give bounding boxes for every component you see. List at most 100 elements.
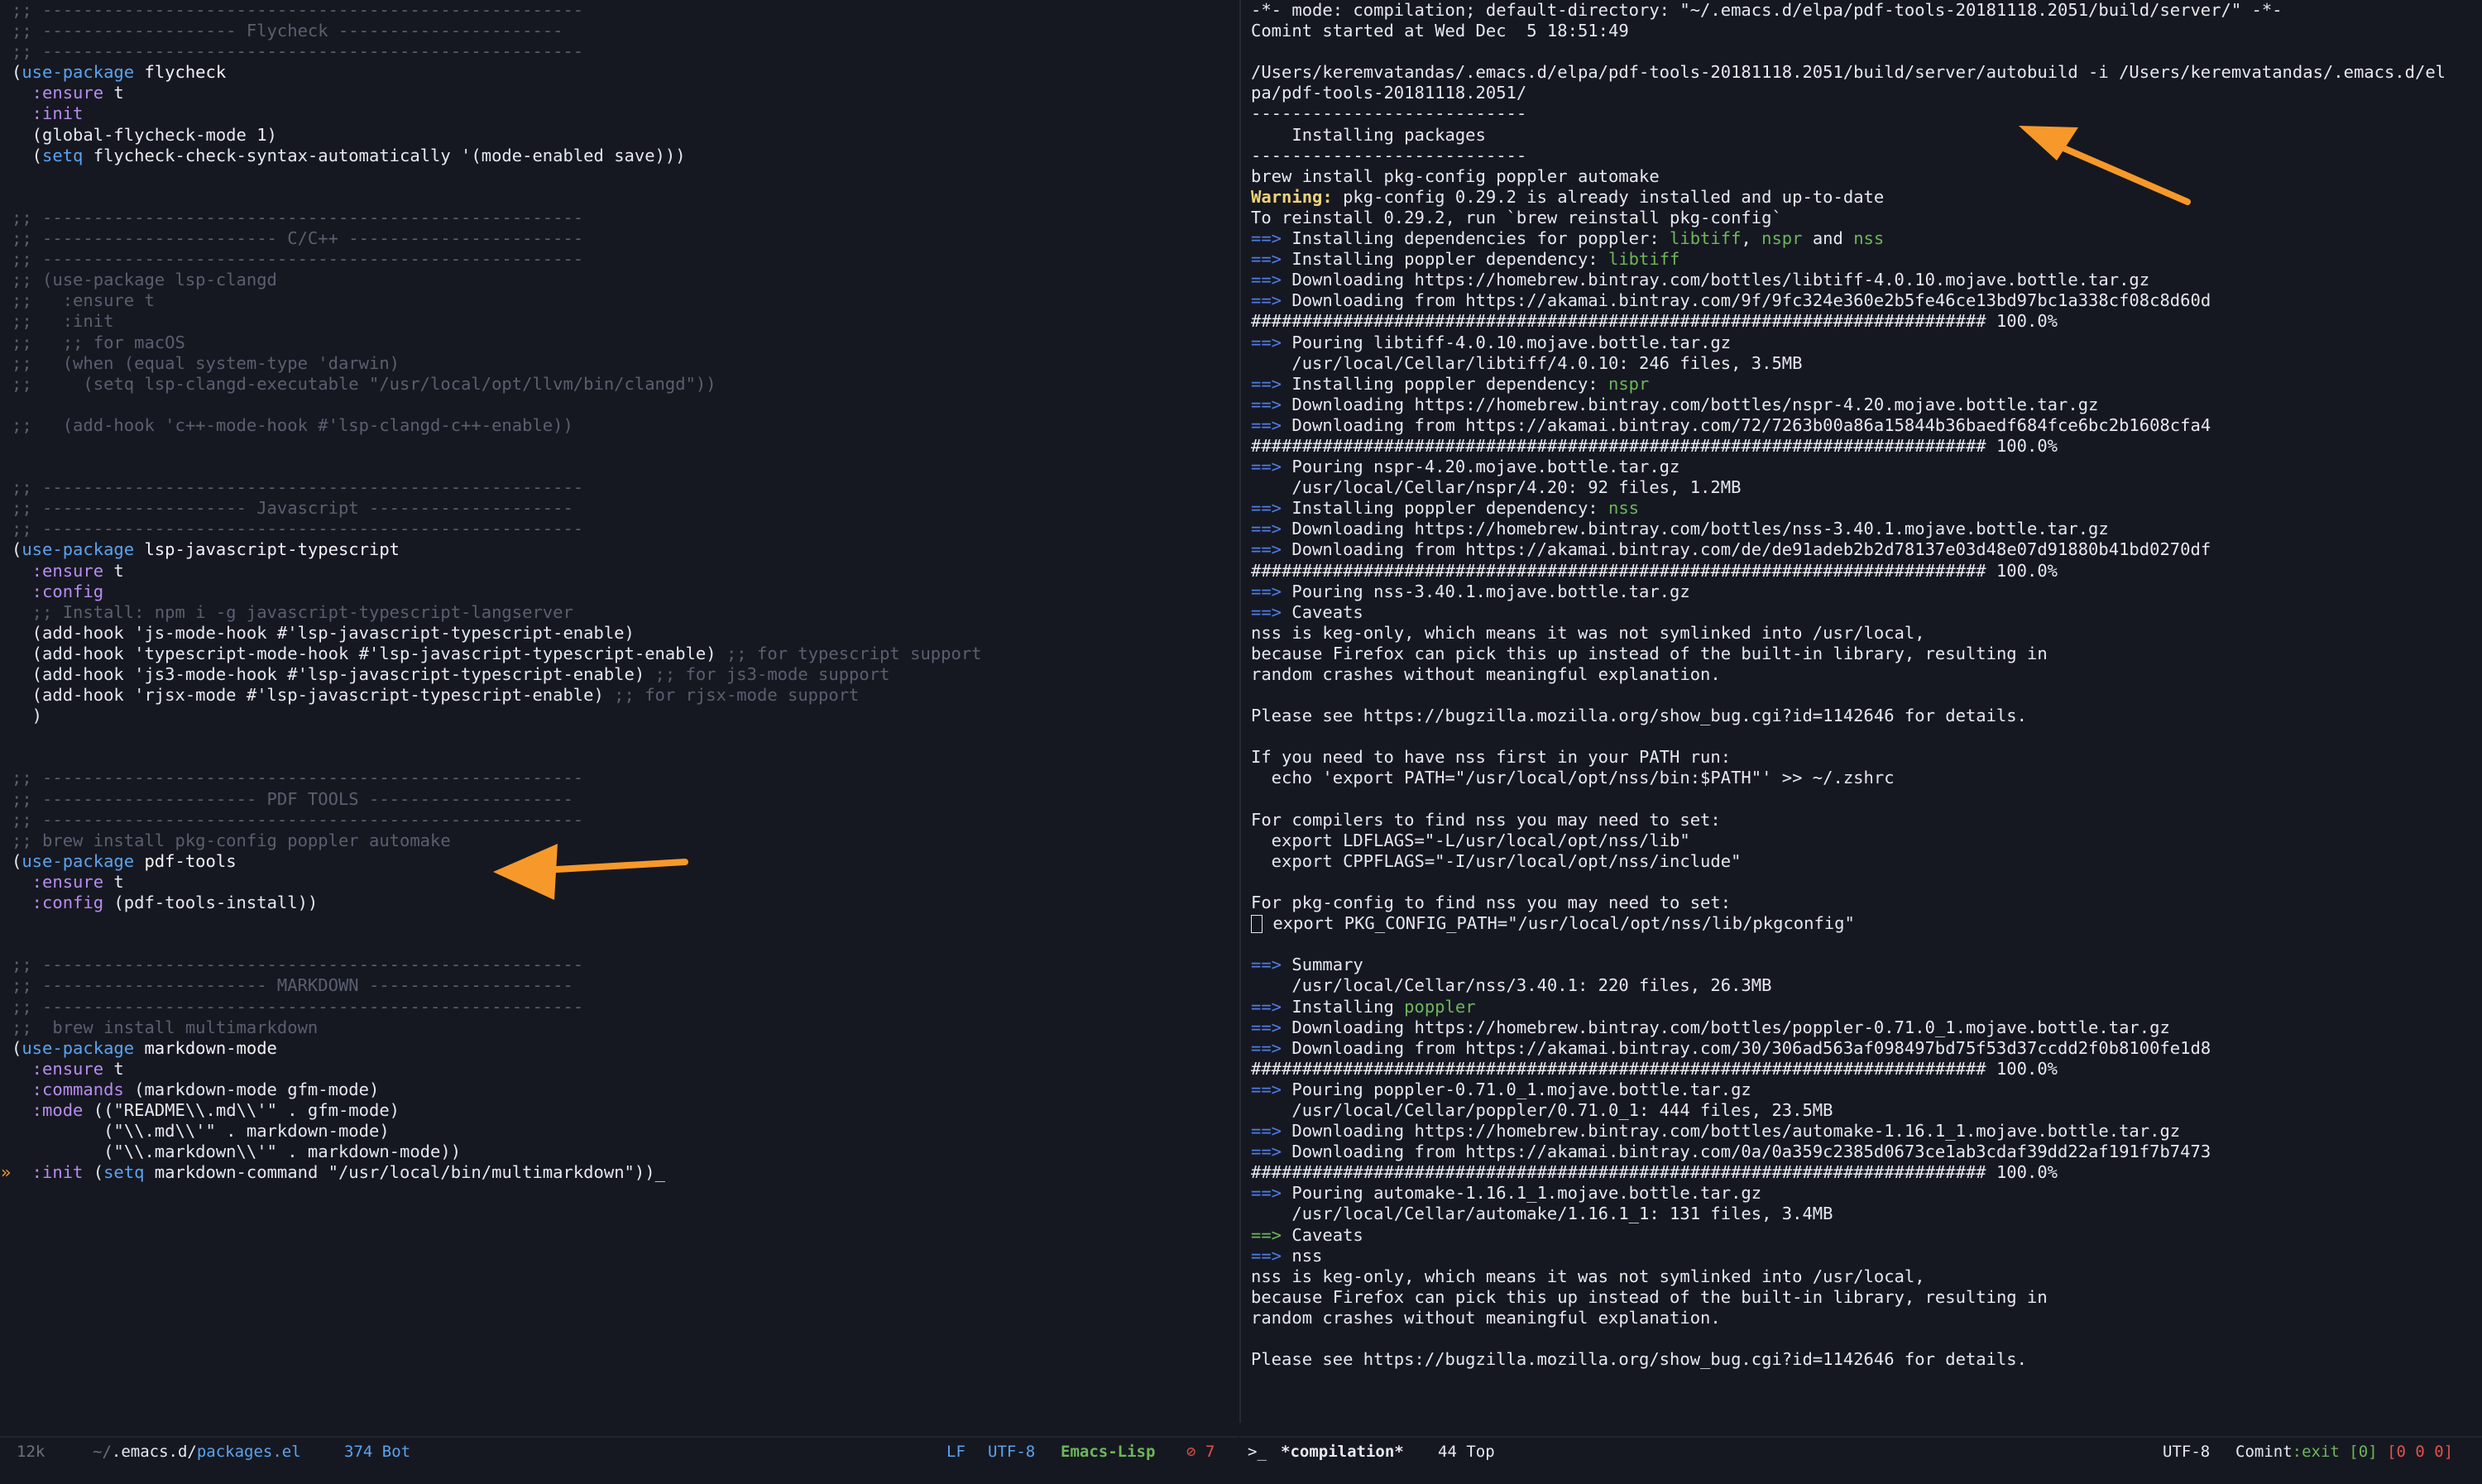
text-span: Pouring poppler-0.71.0_1.mojave.bottle.t… xyxy=(1282,1079,1751,1099)
text-span: ("\\.markdown\\'" . markdown-mode)) xyxy=(12,1142,462,1162)
text-span: ==> xyxy=(1251,498,1282,519)
text-span: (global-flycheck-mode 1) xyxy=(12,124,277,145)
text-span: brew install pkg-config poppler automake xyxy=(1251,165,1660,186)
major-mode[interactable]: Emacs-Lisp xyxy=(1061,1438,1155,1466)
text-line: ==> Installing poppler dependency: nss xyxy=(1251,498,2482,519)
text-span: /usr/local/Cellar/poppler/0.71.0_1: 444 … xyxy=(1251,1099,1833,1120)
eol-indicator[interactable]: LF xyxy=(946,1438,965,1466)
compilation-output-pane[interactable]: -*- mode: compilation; default-directory… xyxy=(1239,0,2482,1423)
text-span: echo 'export PATH="/usr/local/opt/nss/bi… xyxy=(1251,768,1895,788)
path-file: packages.el xyxy=(196,1443,301,1461)
text-span: libtiff xyxy=(1608,249,1680,270)
text-span: Comint started at Wed Dec 5 18:51:49 xyxy=(1251,21,1629,41)
text-line: ########################################… xyxy=(1251,1162,2482,1183)
flycheck-error-indicator[interactable]: ⊘ 7 xyxy=(1186,1438,1215,1466)
text-line: ;; -------------------------------------… xyxy=(12,477,1238,498)
text-line: /usr/local/Cellar/poppler/0.71.0_1: 444 … xyxy=(1251,1100,2482,1121)
text-span: ;; -------------------------------------… xyxy=(12,41,584,62)
text-span: /usr/local/Cellar/libtiff/4.0.10: 246 fi… xyxy=(1251,352,1803,373)
text-span: ;; Install: npm i -g javascript-typescri… xyxy=(12,601,573,622)
text-line: ==> Installing dependencies for poppler:… xyxy=(1251,228,2482,249)
text-line: ########################################… xyxy=(1251,561,2482,582)
text-line: If you need to have nss first in your PA… xyxy=(1251,747,2482,768)
text-span: ==> xyxy=(1251,1142,1282,1162)
text-span: ==> xyxy=(1251,394,1282,414)
text-line: ==> Downloading from https://akamai.bint… xyxy=(1251,539,2482,560)
text-span: -*- mode: compilation; default-directory… xyxy=(1251,0,2283,20)
text-line: To reinstall 0.29.2, run `brew reinstall… xyxy=(1251,208,2482,228)
text-line: Comint started at Wed Dec 5 18:51:49 xyxy=(1251,21,2482,41)
text-span: ;; ------------------- Flycheck --------… xyxy=(12,21,563,41)
text-span: nss xyxy=(1853,228,1885,249)
compilation-output-text[interactable]: -*- mode: compilation; default-directory… xyxy=(1251,0,2482,1370)
text-span: ( xyxy=(12,539,22,560)
editor-text-area[interactable]: ;; -------------------------------------… xyxy=(1,0,1238,1183)
text-line: (use-package lsp-javascript-typescript xyxy=(12,539,1238,560)
text-span: (markdown-mode gfm-mode) xyxy=(123,1079,380,1099)
text-line xyxy=(12,457,1238,477)
text-line: :ensure t xyxy=(12,83,1238,103)
text-span: ==> xyxy=(1251,1245,1282,1266)
text-line xyxy=(1251,934,2482,955)
text-span: export CPPFLAGS="-I/usr/local/opt/nss/in… xyxy=(1251,850,1742,871)
text-span: because Firefox can pick this up instead… xyxy=(1251,1286,2048,1307)
text-span: ==> xyxy=(1251,373,1282,394)
text-line: ;; -------------------------------------… xyxy=(12,41,1238,62)
text-span: ;; --------------------- PDF TOOLS -----… xyxy=(12,788,573,809)
editor-pane-packages-el[interactable]: ;; -------------------------------------… xyxy=(0,0,1238,1423)
text-span: t xyxy=(103,83,124,103)
text-line: because Firefox can pick this up instead… xyxy=(1251,1287,2482,1308)
text-span: ;; (use-package lsp-clangd xyxy=(12,270,277,290)
text-line: ;; ----------------------- C/C++ -------… xyxy=(12,228,1238,249)
text-span: :config xyxy=(12,893,104,913)
encoding-indicator[interactable]: UTF-8 xyxy=(2163,1438,2210,1466)
text-line: ==> Downloading from https://akamai.bint… xyxy=(1251,1142,2482,1162)
text-span: use-package xyxy=(22,539,135,560)
text-line: --------------------------- xyxy=(1251,146,2482,166)
text-span: (add-hook 'rjsx-mode #'lsp-javascript-ty… xyxy=(12,685,604,706)
text-span: (add-hook 'js-mode-hook #'lsp-javascript… xyxy=(12,622,635,643)
text-span: ==> xyxy=(1251,1224,1282,1245)
text-span: nss is keg-only, which means it was not … xyxy=(1251,622,1925,643)
text-span: ==> xyxy=(1251,414,1282,435)
text-line xyxy=(12,747,1238,768)
text-span: /Users/keremvatandas/.emacs.d/elpa/pdf-t… xyxy=(1251,62,2446,83)
text-line: random crashes without meaningful explan… xyxy=(1251,1308,2482,1328)
text-span: (("README\\.md\\'" . gfm-mode) xyxy=(83,1099,400,1120)
text-line: ("\\.markdown\\'" . markdown-mode)) xyxy=(12,1142,1238,1162)
text-span: ;; ---------------------- MARKDOWN -----… xyxy=(12,975,573,996)
left-mode-line: 12k ~/.emacs.d/packages.el 374 Bot LF UT… xyxy=(0,1436,1238,1466)
text-line: /Users/keremvatandas/.emacs.d/elpa/pdf-t… xyxy=(1251,62,2482,83)
text-line: (add-hook 'js-mode-hook #'lsp-javascript… xyxy=(12,623,1238,644)
text-span: Downloading https://homebrew.bintray.com… xyxy=(1282,1121,2181,1142)
mode-name: Comint xyxy=(2235,1443,2293,1461)
text-line: ;; (use-package lsp-clangd xyxy=(12,270,1238,290)
text-span: ==> xyxy=(1251,1079,1282,1099)
buffer-file-path[interactable]: ~/.emacs.d/packages.el xyxy=(93,1438,301,1466)
text-span: ==> xyxy=(1251,955,1282,975)
text-span: ;; for js3-mode support xyxy=(644,664,890,684)
text-span: ########################################… xyxy=(1251,560,2058,581)
text-span: markdown-mode xyxy=(134,1037,277,1058)
text-span: --------------------------- xyxy=(1251,145,1527,165)
buffer-position: 374 Bot xyxy=(344,1443,411,1461)
text-span: ==> xyxy=(1251,332,1282,352)
text-line: /usr/local/Cellar/automake/1.16.1_1: 131… xyxy=(1251,1204,2482,1224)
text-line: ;; -------------------------------------… xyxy=(12,249,1238,270)
text-span: ( xyxy=(12,145,43,165)
text-span: ==> xyxy=(1251,249,1282,270)
text-span: use-package xyxy=(22,1037,135,1058)
text-span: Downloading https://homebrew.bintray.com… xyxy=(1282,1017,2170,1037)
text-span: :ensure xyxy=(12,1058,104,1079)
text-span: setq xyxy=(42,145,84,165)
text-span: Installing poppler dependency: xyxy=(1282,249,1608,270)
text-line: ;; -------------------------------------… xyxy=(12,955,1238,975)
exit-code: [0] xyxy=(2349,1443,2378,1461)
text-line xyxy=(12,934,1238,955)
encoding-indicator[interactable]: UTF-8 xyxy=(988,1438,1035,1466)
text-line: ;; -------------------------------------… xyxy=(12,810,1238,831)
text-line: ;; -------------------- Javascript -----… xyxy=(12,498,1238,519)
text-line: ########################################… xyxy=(1251,1059,2482,1079)
text-span: Downloading https://homebrew.bintray.com… xyxy=(1282,394,2099,414)
text-line: ==> Installing poppler dependency: libti… xyxy=(1251,249,2482,270)
